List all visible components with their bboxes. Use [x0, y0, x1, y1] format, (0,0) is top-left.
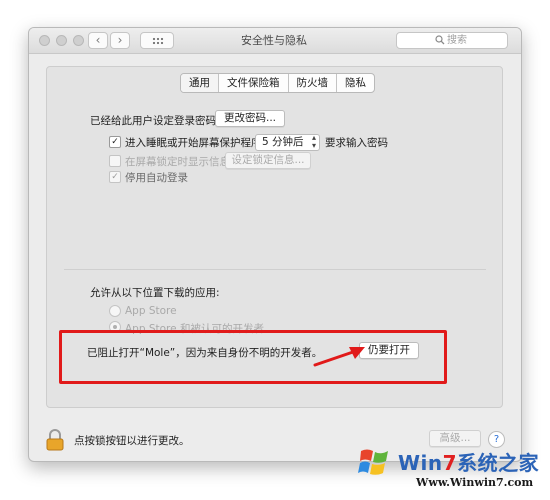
red-arrow-annotation — [313, 347, 365, 367]
zoom-window-button[interactable] — [73, 35, 84, 46]
forward-button[interactable]: › — [110, 32, 130, 49]
minimize-window-button[interactable] — [56, 35, 67, 46]
security-privacy-window: ‹ › 安全性与隐私 搜索 通用 文件保险箱 防火墙 隐私 已经给此用户设定登录… — [28, 27, 522, 462]
watermark-brand-seven: 7 — [442, 451, 458, 475]
lock-icon[interactable] — [45, 429, 65, 451]
watermark-url: Www.Winwin7.com — [416, 476, 534, 489]
tab-firewall[interactable]: 防火墙 — [287, 74, 337, 92]
require-password-checkbox[interactable]: ✓ — [109, 136, 121, 148]
disable-autologin-label: 停用自动登录 — [125, 172, 188, 184]
search-placeholder: 搜索 — [447, 35, 467, 46]
watermark-brand-text: 系统之家 — [457, 451, 540, 475]
tab-filevault[interactable]: 文件保险箱 — [218, 74, 288, 92]
grid-icon — [152, 37, 164, 45]
watermark-brand: Win7系统之家 — [398, 447, 539, 476]
open-anyway-button[interactable]: 仍要打开 — [359, 342, 419, 359]
show-all-button[interactable] — [140, 32, 174, 49]
require-password-delay-value: 5 分钟后 — [262, 136, 304, 148]
show-message-label: 在屏幕锁定时显示信息 — [125, 156, 230, 168]
download-source-heading: 允许从以下位置下载的应用: — [90, 287, 220, 299]
tab-general[interactable]: 通用 — [181, 74, 218, 92]
show-message-checkbox[interactable] — [109, 155, 121, 167]
lock-hint-label: 点按锁按钮以进行更改。 — [74, 435, 190, 447]
require-password-delay-select[interactable]: 5 分钟后 ▴ ▾ — [255, 134, 320, 151]
blocked-app-message: 已阻止打开“Mole”，因为来自身份不明的开发者。 — [87, 347, 323, 359]
search-field[interactable]: 搜索 — [396, 32, 508, 49]
disable-autologin-checkbox[interactable]: ✓ — [109, 171, 121, 183]
windows-logo-icon — [358, 449, 388, 475]
radio-app-store-label: App Store — [125, 305, 177, 317]
require-password-label: 进入睡眠或开始屏幕保护程序 — [125, 137, 262, 149]
chevron-updown-icon: ▴ ▾ — [311, 133, 316, 150]
title-bar: ‹ › 安全性与隐私 搜索 — [29, 28, 521, 54]
radio-app-store[interactable] — [109, 305, 121, 317]
require-password-suffix: 要求输入密码 — [325, 137, 388, 149]
tab-privacy[interactable]: 隐私 — [336, 74, 374, 92]
site-watermark: Win7系统之家 Www.Winwin7.com — [356, 443, 546, 495]
close-window-button[interactable] — [39, 35, 50, 46]
password-set-label: 已经给此用户设定登录密码 — [90, 115, 216, 127]
watermark-brand-win: Win — [398, 451, 443, 475]
tab-bar: 通用 文件保险箱 防火墙 隐私 — [180, 73, 375, 93]
change-password-button[interactable]: 更改密码... — [215, 110, 285, 127]
back-button[interactable]: ‹ — [88, 32, 108, 49]
search-icon — [435, 35, 445, 45]
set-lock-message-button[interactable]: 设定锁定信息... — [225, 152, 311, 169]
window-title: 安全性与隐私 — [241, 34, 307, 47]
section-divider — [64, 269, 486, 270]
